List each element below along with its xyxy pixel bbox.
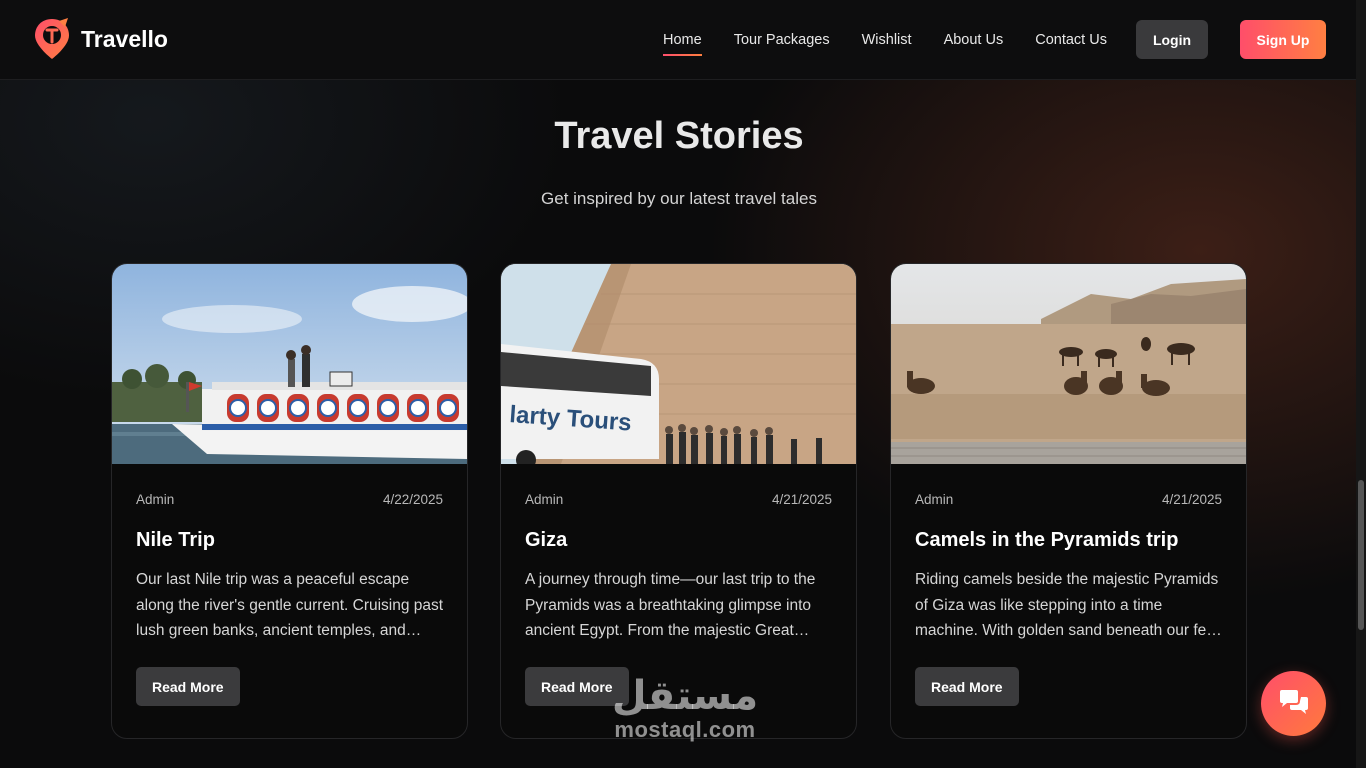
story-card: Admin 4/22/2025 Nile Trip Our last Nile … <box>111 263 468 739</box>
navbar: Travello Home Tour Packages Wishlist Abo… <box>0 0 1356 80</box>
card-title: Giza <box>525 529 568 551</box>
read-more-button[interactable]: Read More <box>915 667 1019 706</box>
card-title: Camels in the Pyramids trip <box>915 529 1179 551</box>
card-excerpt: Our last Nile trip was a peaceful escape… <box>136 571 444 639</box>
location-pin-logo-icon <box>35 18 69 59</box>
card-author: Admin <box>136 492 175 507</box>
card-excerpt: Riding camels beside the majestic Pyrami… <box>915 571 1220 639</box>
login-button[interactable]: Login <box>1136 20 1208 59</box>
card-meta: Admin 4/21/2025 <box>915 492 1222 507</box>
story-card: Admin 4/21/2025 Camels in the Pyramids t… <box>890 263 1247 739</box>
nav-home[interactable]: Home <box>663 32 702 56</box>
main-nav: Home Tour Packages Wishlist About Us Con… <box>663 0 1139 79</box>
card-meta: Admin 4/22/2025 <box>136 492 443 507</box>
brand-logo[interactable]: Travello <box>32 17 168 61</box>
signup-button[interactable]: Sign Up <box>1240 20 1326 59</box>
card-title: Nile Trip <box>136 529 215 551</box>
card-date: 4/22/2025 <box>382 492 443 507</box>
card-author: Admin <box>525 492 564 507</box>
nav-wishlist[interactable]: Wishlist <box>862 32 912 48</box>
card-excerpt: A journey through time—our last trip to … <box>525 571 816 639</box>
card-date: 4/21/2025 <box>1161 492 1222 507</box>
nav-about-us[interactable]: About Us <box>944 32 1004 48</box>
nile-boat-image <box>112 264 467 464</box>
scrollbar-thumb[interactable] <box>1358 480 1364 630</box>
card-meta: Admin 4/21/2025 <box>525 492 832 507</box>
card-date: 4/21/2025 <box>771 492 832 507</box>
read-more-button[interactable]: Read More <box>136 667 240 706</box>
story-card: larty Tours Admin 4/21/2025 Giza A journ… <box>500 263 857 739</box>
card-author: Admin <box>915 492 954 507</box>
section-title: Travel Stories <box>554 115 804 157</box>
section-subtitle: Get inspired by our latest travel tales <box>541 189 817 208</box>
chat-bubbles-icon <box>1279 689 1308 714</box>
watermark-latin: mostaql.com <box>614 717 756 742</box>
nav-tour-packages[interactable]: Tour Packages <box>734 32 830 48</box>
chat-button[interactable] <box>1261 671 1326 736</box>
great-pyramid-image: larty Tours <box>501 264 856 464</box>
watermark-arabic: مستقل <box>611 673 759 719</box>
camels-desert-image <box>891 264 1246 464</box>
brand-name: Travello <box>81 25 168 52</box>
mostaql-watermark: مستقل mostaql.com <box>600 674 770 742</box>
nav-contact-us[interactable]: Contact Us <box>1035 32 1107 48</box>
page-scrollbar[interactable] <box>1356 0 1366 768</box>
